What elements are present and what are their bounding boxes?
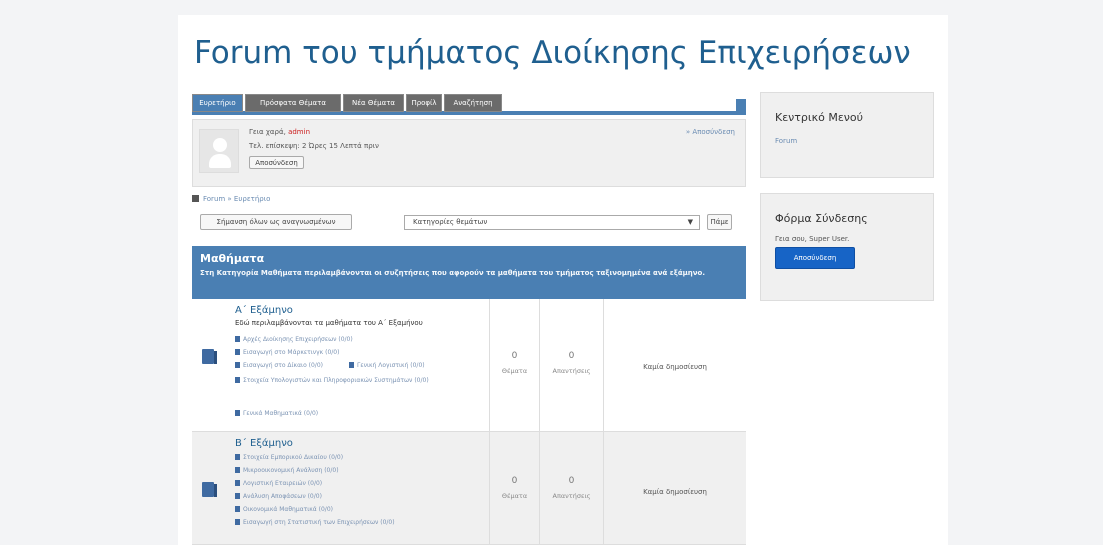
subforum-label: Οικονομικά Μαθηματικά (0/0) <box>243 506 333 513</box>
chevron-down-icon: ▼ <box>687 218 693 226</box>
last-post-cell: Καμία δημοσίευση <box>604 299 746 431</box>
greeting-text: Γεια χαρά, <box>249 128 286 136</box>
replies-count: 0 <box>568 476 575 486</box>
forum-title[interactable]: Α΄ Εξάμηνο <box>235 305 293 316</box>
forum-row: Α΄ Εξάμηνο Εδώ περιλαμβάνονται τα μαθήμα… <box>192 299 746 432</box>
tab-recent-topics[interactable]: Πρόσφατα Θέματα <box>245 94 341 112</box>
replies-label: Απαντήσεις <box>552 367 591 375</box>
avatar <box>199 129 239 173</box>
subforum-link[interactable]: Γενική Λογιστική (0/0) <box>349 362 425 369</box>
topics-label: Θέματα <box>501 367 528 375</box>
main-menu-module: Κεντρικό Μενού Forum <box>760 92 934 178</box>
subforum-link[interactable]: Αρχές Διοίκησης Επιχειρήσεων (0/0) <box>235 336 353 343</box>
main-menu-forum-link[interactable]: Forum <box>775 137 797 145</box>
login-form-module: Φόρμα Σύνδεσης Γεια σου, Super User. Απο… <box>760 193 934 301</box>
subforum-icon <box>349 362 354 368</box>
forum-info-cell: Β΄ Εξάμηνο Στοιχεία Εμπορικού Δικαίου (0… <box>224 432 490 544</box>
forum-tabs: Ευρετήριο Πρόσφατα Θέματα Νέα Θέματα Προ… <box>192 94 746 115</box>
forum-info-cell: Α΄ Εξάμηνο Εδώ περιλαμβάνονται τα μαθήμα… <box>224 299 490 431</box>
subforum-icon <box>235 506 240 512</box>
replies-count: 0 <box>568 351 575 361</box>
topics-cell: 0 Θέματα <box>490 432 540 544</box>
forum-icon <box>192 195 199 202</box>
subforum-label: Στοιχεία Υπολογιστών και Πληροφοριακών Σ… <box>243 377 429 384</box>
subforum-link[interactable]: Εισαγωγή στη Στατιστική των Επιχειρήσεων… <box>235 519 395 526</box>
site-title: Forum του τμήματος Διοίκησης Επιχειρήσεω… <box>194 35 911 71</box>
subforum-link[interactable]: Λογιστική Εταιρειών (0/0) <box>235 480 322 487</box>
subforum-icon <box>235 410 240 416</box>
login-form-title: Φόρμα Σύνδεσης <box>775 212 868 225</box>
user-info-box: Γεια χαρά, admin Τελ. επίσκεψη: 2 Ώρες 1… <box>192 119 746 187</box>
tab-index[interactable]: Ευρετήριο <box>192 94 243 112</box>
breadcrumb-text[interactable]: Forum » Ευρετήριο <box>203 195 270 203</box>
subforum-label: Εισαγωγή στη Στατιστική των Επιχειρήσεων… <box>243 519 395 526</box>
main-menu-title: Κεντρικό Μενού <box>775 111 864 124</box>
subforum-icon <box>235 519 240 525</box>
forum-book-icon <box>202 349 217 364</box>
tabs-end-cap <box>736 99 746 112</box>
page-container: Forum του τμήματος Διοίκησης Επιχειρήσεω… <box>178 15 948 545</box>
subforum-link[interactable]: Εισαγωγή στο Μάρκετινγκ (0/0) <box>235 349 339 356</box>
logout-link[interactable]: » Αποσύνδεση <box>686 128 735 136</box>
subforum-link[interactable]: Στοιχεία Εμπορικού Δικαίου (0/0) <box>235 454 343 461</box>
category-name[interactable]: Μαθήματα <box>200 252 738 265</box>
subforum-label: Μικροοικονομική Ανάλυση (0/0) <box>243 467 339 474</box>
sidebar-logout-button[interactable]: Αποσύνδεση <box>775 247 855 269</box>
subforum-icon <box>235 336 240 342</box>
subforum-link[interactable]: Εισαγωγή στο Δίκαιο (0/0) <box>235 362 323 369</box>
subforum-icon <box>235 467 240 473</box>
topics-count: 0 <box>511 351 518 361</box>
category-select[interactable]: Κατηγορίες θεμάτων ▼ <box>404 215 700 230</box>
subforum-link[interactable]: Μικροοικονομική Ανάλυση (0/0) <box>235 467 339 474</box>
topics-label: Θέματα <box>501 492 528 500</box>
forum-description: Εδώ περιλαμβάνονται τα μαθήματα του Α΄ Ε… <box>235 319 423 327</box>
subforum-link[interactable]: Ανάλυση Αποφάσεων (0/0) <box>235 493 322 500</box>
go-button[interactable]: Πάμε <box>707 214 732 230</box>
category-header: Μαθήματα Στη Κατηγορία Μαθήματα περιλαμβ… <box>192 246 746 299</box>
forum-book-icon <box>202 482 217 497</box>
tab-search[interactable]: Αναζήτηση <box>444 94 502 112</box>
subforum-label: Λογιστική Εταιρειών (0/0) <box>243 480 323 487</box>
subforum-label: Ανάλυση Αποφάσεων (0/0) <box>243 493 322 500</box>
subforum-label: Γενική Λογιστική (0/0) <box>357 362 425 369</box>
subforum-label: Εισαγωγή στο Μάρκετινγκ (0/0) <box>243 349 340 356</box>
forum-title[interactable]: Β΄ Εξάμηνο <box>235 438 293 449</box>
last-post-text: Καμία δημοσίευση <box>643 488 707 496</box>
logout-button[interactable]: Αποσύνδεση <box>249 156 304 169</box>
username[interactable]: admin <box>288 128 310 136</box>
subforum-label: Αρχές Διοίκησης Επιχειρήσεων (0/0) <box>243 336 353 343</box>
topics-count: 0 <box>511 476 518 486</box>
subforum-link[interactable]: Γενικά Μαθηματικά (0/0) <box>235 410 318 417</box>
forum-row: Β΄ Εξάμηνο Στοιχεία Εμπορικού Δικαίου (0… <box>192 432 746 545</box>
topics-cell: 0 Θέματα <box>490 299 540 431</box>
subforum-icon <box>235 454 240 460</box>
subforum-icon <box>235 349 240 355</box>
subforum-icon <box>235 362 240 368</box>
subforum-icon <box>235 480 240 486</box>
replies-cell: 0 Απαντήσεις <box>540 432 604 544</box>
last-post-text: Καμία δημοσίευση <box>643 363 707 371</box>
category-select-value: Κατηγορίες θεμάτων <box>413 218 488 226</box>
tab-profile[interactable]: Προφίλ <box>406 94 442 112</box>
last-visit: Τελ. επίσκεψη: 2 Ώρες 15 Λεπτά πριν <box>249 142 379 150</box>
subforum-label: Γενικά Μαθηματικά (0/0) <box>243 410 319 417</box>
subforum-icon <box>235 377 240 383</box>
replies-cell: 0 Απαντήσεις <box>540 299 604 431</box>
tab-new-topics[interactable]: Νέα Θέματα <box>343 94 404 112</box>
login-greeting: Γεια σου, Super User. <box>775 235 850 243</box>
mark-all-read-button[interactable]: Σήμανση όλων ως αναγνωσμένων <box>200 214 352 230</box>
breadcrumb: Forum » Ευρετήριο <box>192 195 270 203</box>
subforum-label: Εισαγωγή στο Δίκαιο (0/0) <box>243 362 323 369</box>
subforum-link[interactable]: Οικονομικά Μαθηματικά (0/0) <box>235 506 333 513</box>
subforum-link[interactable]: Στοιχεία Υπολογιστών και Πληροφοριακών Σ… <box>235 375 435 386</box>
category-description: Στη Κατηγορία Μαθήματα περιλαμβάνονται ο… <box>200 269 706 277</box>
subforum-icon <box>235 493 240 499</box>
subforum-label: Στοιχεία Εμπορικού Δικαίου (0/0) <box>243 454 344 461</box>
replies-label: Απαντήσεις <box>552 492 591 500</box>
last-post-cell: Καμία δημοσίευση <box>604 432 746 544</box>
user-greeting: Γεια χαρά, admin <box>249 128 310 136</box>
